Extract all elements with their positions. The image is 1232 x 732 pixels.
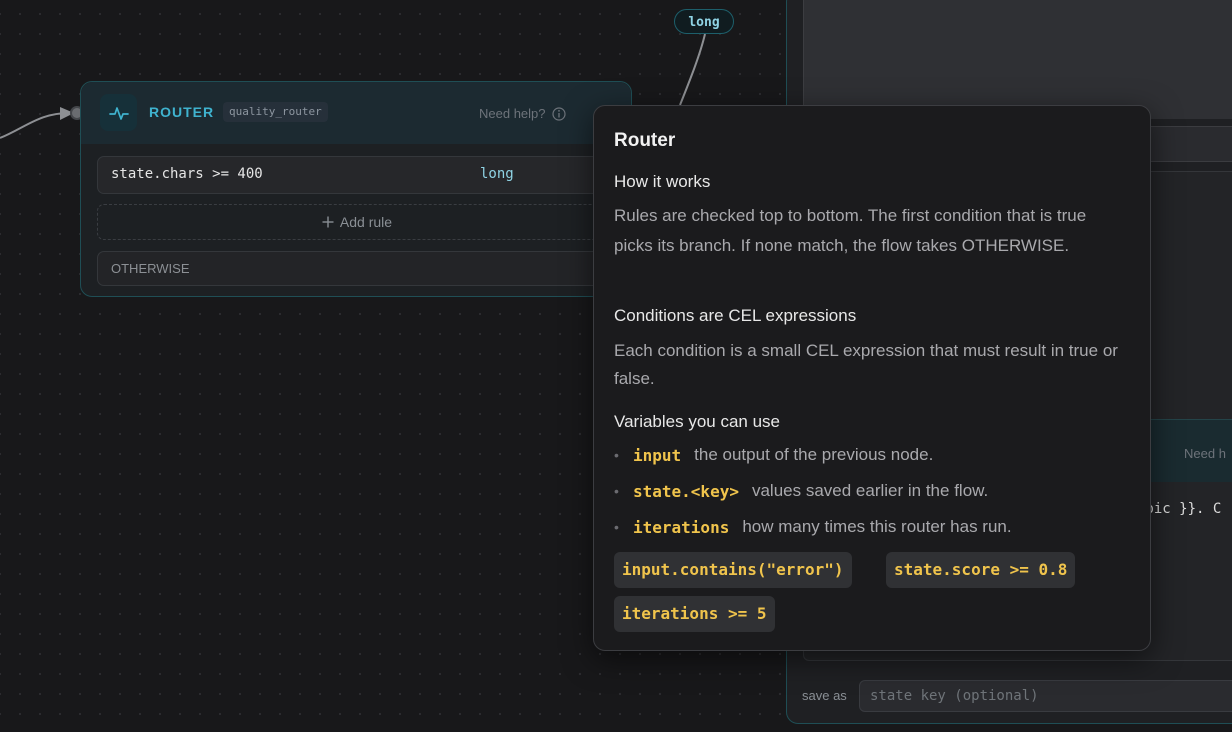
- section-text-how-it-works: Rules are checked top to bottom. The fir…: [614, 206, 1087, 255]
- section-heading-cel: Conditions are CEL expressions: [614, 306, 857, 325]
- save-as-label: save as: [802, 688, 847, 703]
- rule-row[interactable]: state.chars >= 400 long: [97, 156, 617, 194]
- edge-label-long[interactable]: long: [674, 9, 734, 34]
- variable-description: the output of the previous node.: [694, 445, 934, 464]
- add-rule-button[interactable]: Add rule: [97, 204, 617, 240]
- info-icon: [551, 106, 566, 121]
- section-text-cel: Each condition is a small CEL expression…: [614, 341, 1118, 388]
- variable-item: • iterations how many times this router …: [614, 517, 1012, 537]
- router-node[interactable]: ROUTER quality_router Need help? state.c…: [80, 81, 632, 297]
- example-chip[interactable]: input.contains("error"): [614, 552, 852, 588]
- bullet-icon: •: [614, 447, 619, 463]
- variable-description: values saved earlier in the flow.: [751, 481, 989, 500]
- variable-item: • state.<key> values saved earlier in th…: [614, 481, 988, 501]
- example-chip[interactable]: state.score >= 0.8: [886, 552, 1076, 588]
- long-branch-edge[interactable]: [679, 33, 706, 106]
- router-header: ROUTER quality_router Need help?: [81, 82, 631, 144]
- plus-icon: [322, 216, 334, 228]
- need-help-link[interactable]: Need h: [1184, 446, 1226, 461]
- need-help-button[interactable]: Need help?: [479, 106, 566, 121]
- router-help-popover: Router How it works Rules are checked to…: [593, 105, 1151, 651]
- example-chip[interactable]: iterations >= 5: [614, 596, 775, 632]
- node-type-label: ROUTER: [149, 104, 215, 120]
- variable-name: state.<key>: [633, 481, 739, 501]
- otherwise-row[interactable]: OTHERWISE: [97, 251, 617, 286]
- variable-name: input: [633, 445, 682, 465]
- rule-condition-input[interactable]: state.chars >= 400: [111, 166, 263, 182]
- variable-name: iterations: [633, 517, 730, 537]
- bullet-icon: •: [614, 519, 619, 535]
- incoming-edge[interactable]: [0, 111, 73, 139]
- rule-target-select[interactable]: long: [480, 166, 514, 182]
- node-preview-area: [803, 0, 1232, 119]
- popover-title: Router: [614, 130, 676, 151]
- section-heading-variables: Variables you can use: [614, 412, 781, 431]
- variable-item: • input the output of the previous node.: [614, 445, 933, 465]
- section-heading-how-it-works: How it works: [614, 172, 711, 191]
- bullet-icon: •: [614, 483, 619, 499]
- node-name-badge[interactable]: quality_router: [223, 102, 328, 122]
- variable-description: how many times this router has run.: [742, 517, 1012, 536]
- add-rule-label: Add rule: [339, 214, 393, 230]
- pulse-icon: [100, 94, 137, 131]
- state-key-input[interactable]: state key (optional): [859, 680, 1232, 712]
- need-help-label: Need help?: [479, 106, 546, 121]
